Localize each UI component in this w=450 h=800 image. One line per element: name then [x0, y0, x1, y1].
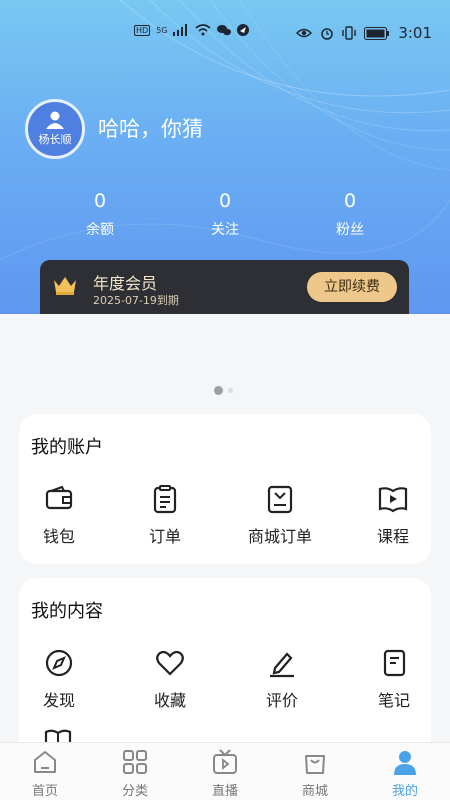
- stats-row: 0 余额 0 关注 0 粉丝: [40, 189, 410, 239]
- status-left-icons: HD 5G: [134, 24, 250, 36]
- tab-mine-label: 我的: [391, 784, 418, 799]
- crown-icon: [54, 277, 76, 295]
- heart-icon: [156, 650, 184, 676]
- compass-icon: [45, 649, 73, 677]
- carousel-dot-active[interactable]: [214, 386, 223, 395]
- avatar-text: 杨长顺: [38, 133, 72, 146]
- location-icon: [237, 24, 250, 36]
- course-label: 课程: [376, 527, 409, 546]
- my-content-title: 我的内容: [31, 601, 103, 622]
- home-icon: [34, 751, 56, 773]
- stat-balance[interactable]: 0 余额: [40, 189, 160, 239]
- network-label: 5G: [156, 25, 168, 35]
- wifi-icon: [195, 24, 212, 36]
- stat-label: 余额: [86, 222, 114, 238]
- tab-live-label: 直播: [211, 784, 238, 799]
- bottom-tab-bar: 首页 分类 直播 商城 我的: [0, 742, 450, 800]
- profile-header: HD 5G 3:01 杨长顺 哈哈，你猜 0 余额 0 关注 0 粉丝 年度会员…: [0, 0, 450, 314]
- notes-label: 笔记: [377, 691, 410, 710]
- membership-expiry: 2025-07-19到期: [93, 294, 179, 307]
- status-right-icons: 3:01: [296, 24, 432, 42]
- notebook-icon: [383, 649, 406, 677]
- tab-shop[interactable]: 商城: [270, 743, 360, 800]
- profile-icon: [394, 751, 416, 775]
- avatar[interactable]: 杨长顺: [25, 99, 85, 159]
- tab-category[interactable]: 分类: [90, 743, 180, 800]
- stat-value: 0: [93, 190, 107, 212]
- tab-category-label: 分类: [121, 784, 148, 799]
- stat-label: 关注: [211, 222, 239, 238]
- wallet-button[interactable]: 钱包: [14, 484, 104, 547]
- discover-label: 发现: [42, 691, 75, 710]
- favorites-label: 收藏: [153, 691, 186, 710]
- tab-shop-label: 商城: [301, 784, 328, 799]
- avatar-person-icon: [46, 111, 64, 129]
- tab-home[interactable]: 首页: [0, 743, 90, 800]
- stat-following[interactable]: 0 关注: [165, 189, 285, 239]
- wallet-label: 钱包: [42, 527, 75, 546]
- membership-title: 年度会员: [93, 274, 158, 293]
- my-content-card: 我的内容 发现 收藏 评价 笔记: [19, 578, 431, 768]
- pen-icon: [270, 652, 294, 678]
- review-button[interactable]: 评价: [237, 648, 327, 711]
- mall-order-button[interactable]: 商城订单: [235, 484, 325, 547]
- category-icon: [123, 750, 147, 774]
- membership-card: 年度会员 2025-07-19到期 立即续费: [40, 260, 409, 314]
- battery-icon: [364, 26, 390, 40]
- hd-badge: HD: [134, 24, 151, 36]
- tab-home-label: 首页: [31, 784, 58, 799]
- mall-order-icon: [267, 485, 293, 514]
- stat-label: 粉丝: [336, 222, 364, 238]
- order-label: 订单: [148, 527, 181, 546]
- signal-icon: [173, 24, 188, 36]
- tab-live[interactable]: 直播: [180, 743, 270, 800]
- wallet-icon: [45, 485, 73, 510]
- review-label: 评价: [265, 691, 298, 710]
- favorites-button[interactable]: 收藏: [125, 648, 215, 711]
- stat-value: 0: [218, 190, 232, 212]
- carousel-indicator: [214, 386, 233, 395]
- mall-order-label: 商城订单: [247, 527, 312, 546]
- order-button[interactable]: 订单: [120, 484, 210, 547]
- alarm-icon: [321, 28, 334, 40]
- notes-button[interactable]: 笔记: [349, 648, 439, 711]
- carousel-dot[interactable]: [228, 388, 233, 393]
- live-tv-icon: [213, 749, 237, 774]
- discover-button[interactable]: 发现: [14, 648, 104, 711]
- renew-button[interactable]: 立即续费: [307, 272, 397, 302]
- my-account-title: 我的账户: [31, 437, 103, 458]
- tab-mine[interactable]: 我的: [360, 743, 450, 800]
- my-account-card: 我的账户 钱包 订单 商城订单 课程: [19, 414, 431, 564]
- vibrate-icon: [342, 26, 357, 40]
- stat-fans[interactable]: 0 粉丝: [290, 189, 410, 239]
- eye-icon: [296, 28, 313, 38]
- course-button[interactable]: 课程: [348, 484, 438, 547]
- shop-bag-icon: [305, 755, 325, 774]
- status-bar: HD 5G 3:01: [0, 0, 450, 44]
- username[interactable]: 哈哈，你猜: [98, 113, 203, 143]
- order-icon: [153, 485, 177, 514]
- status-time: 3:01: [398, 24, 432, 42]
- wechat-icon: [217, 25, 232, 36]
- stat-value: 0: [343, 190, 357, 212]
- course-icon: [378, 487, 408, 513]
